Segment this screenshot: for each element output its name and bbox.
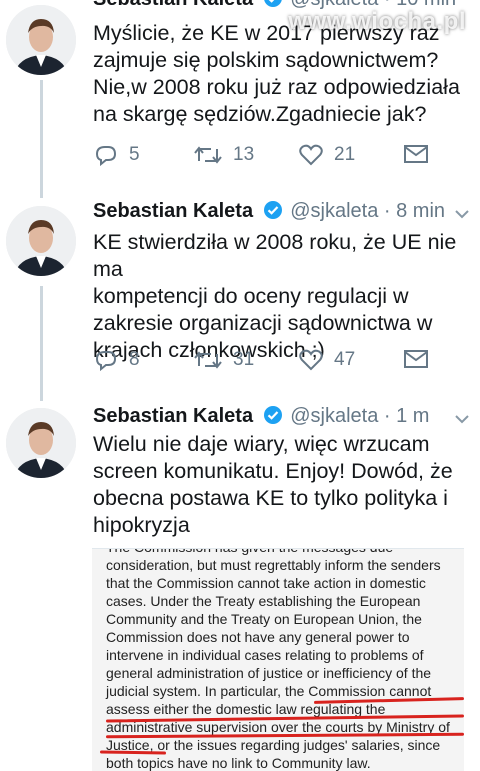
watermark: www.wiocha.pl [288,8,466,35]
embed-text-line: consideration, but must regrettably info… [106,557,441,573]
embed-text-line: that the Commission cannot take action i… [106,575,426,591]
author-name[interactable]: Sebastian Kaleta [93,405,253,427]
avatar[interactable] [6,408,76,478]
dm-button[interactable] [403,143,429,165]
avatar[interactable] [6,206,76,276]
retweet-button[interactable]: 13 [193,143,254,167]
chevron-down-icon[interactable] [454,206,470,224]
avatar[interactable] [6,5,76,75]
retweet-count: 13 [233,144,255,165]
verified-icon [263,0,283,14]
dm-icon [404,350,428,368]
tweet-text-line: na skargę sędziów.Zgadniecie jak? [93,102,427,126]
like-icon [299,349,323,371]
tweet-time[interactable]: 8 min [396,200,445,222]
embed-text-line: cases. Under the Treaty establishing the… [106,593,421,609]
retweet-count: 31 [233,349,255,370]
tweet-header: Sebastian Kaleta @sjkaleta · 8 min [93,200,445,226]
embed-text-line: both topics have no link to Community la… [106,755,371,771]
embed-text-line: Commission does not have any general pow… [106,629,410,645]
author-handle[interactable]: @sjkaleta [290,405,378,427]
dm-icon [404,145,428,163]
reply-icon [95,146,117,167]
reply-count: 8 [129,349,140,370]
verified-icon [263,200,283,226]
tweet-text: KE stwierdziła w 2008 roku, że UE nie ma… [93,229,478,364]
tweet-text-line: Wielu nie daje wiary, więc wrzucam [93,432,430,456]
retweet-icon [194,351,222,369]
tweet-text-line: KE stwierdziła w 2008 roku, że UE nie ma [93,230,457,281]
tweet-text-line: kompetencji do oceny regulacji w [93,284,409,308]
author-name[interactable]: Sebastian Kaleta [93,0,253,10]
tweet-text: Wielu nie daje wiary, więc wrzucam scree… [93,431,478,539]
embed-text-line: general administration of justice or ine… [106,665,432,681]
tweet-text-line: zakresie organizacji sądownictwa w [93,311,433,335]
like-count: 21 [334,144,356,165]
tweet-text: Myślicie, że KE w 2017 pierwszy raz zajm… [93,20,478,128]
tweet-text-line: Nie,w 2008 roku już raz odpowiedziała [93,75,460,99]
reply-button[interactable]: 8 [93,348,140,372]
like-icon [299,144,323,166]
tweet-actions: 5 13 21 [93,143,463,173]
embed-text-line: judicial system. In particular, the Comm… [106,683,432,699]
tweet-text-line: screen komunikatu. Enjoy! Dowód, że [93,459,453,483]
tweet-actions: 8 31 47 [93,348,463,378]
embedded-image[interactable]: The Commission has given the messages du… [92,548,464,771]
reply-count: 5 [129,144,140,165]
tweet-time[interactable]: 1 m [396,405,429,427]
reply-button[interactable]: 5 [93,143,140,167]
tweet-header: Sebastian Kaleta @sjkaleta · 1 m [93,405,429,431]
like-button[interactable]: 47 [298,348,355,372]
author-handle[interactable]: @sjkaleta [290,200,378,222]
chevron-down-icon[interactable] [454,411,470,429]
retweet-button[interactable]: 31 [193,348,254,372]
embed-text-line: intervene in individual cases relating t… [106,647,424,663]
retweet-icon [194,146,222,164]
embed-text-line: Community and the Treaty on European Uni… [106,611,422,627]
verified-icon [263,405,283,431]
reply-icon [95,351,117,372]
like-button[interactable]: 21 [298,143,355,167]
tweet[interactable]: Sebastian Kaleta @sjkaleta · 8 min KE st… [0,198,480,403]
tweet-text-line: obecna postawa KE to tylko polityka i [93,486,448,510]
like-count: 47 [334,349,356,370]
author-name[interactable]: Sebastian Kaleta [93,200,253,222]
dm-button[interactable] [403,348,429,370]
tweet-text-line: hipokryzja [93,513,190,537]
tweet-text-line: zajmuje się polskim sądownictwem? [93,48,439,72]
